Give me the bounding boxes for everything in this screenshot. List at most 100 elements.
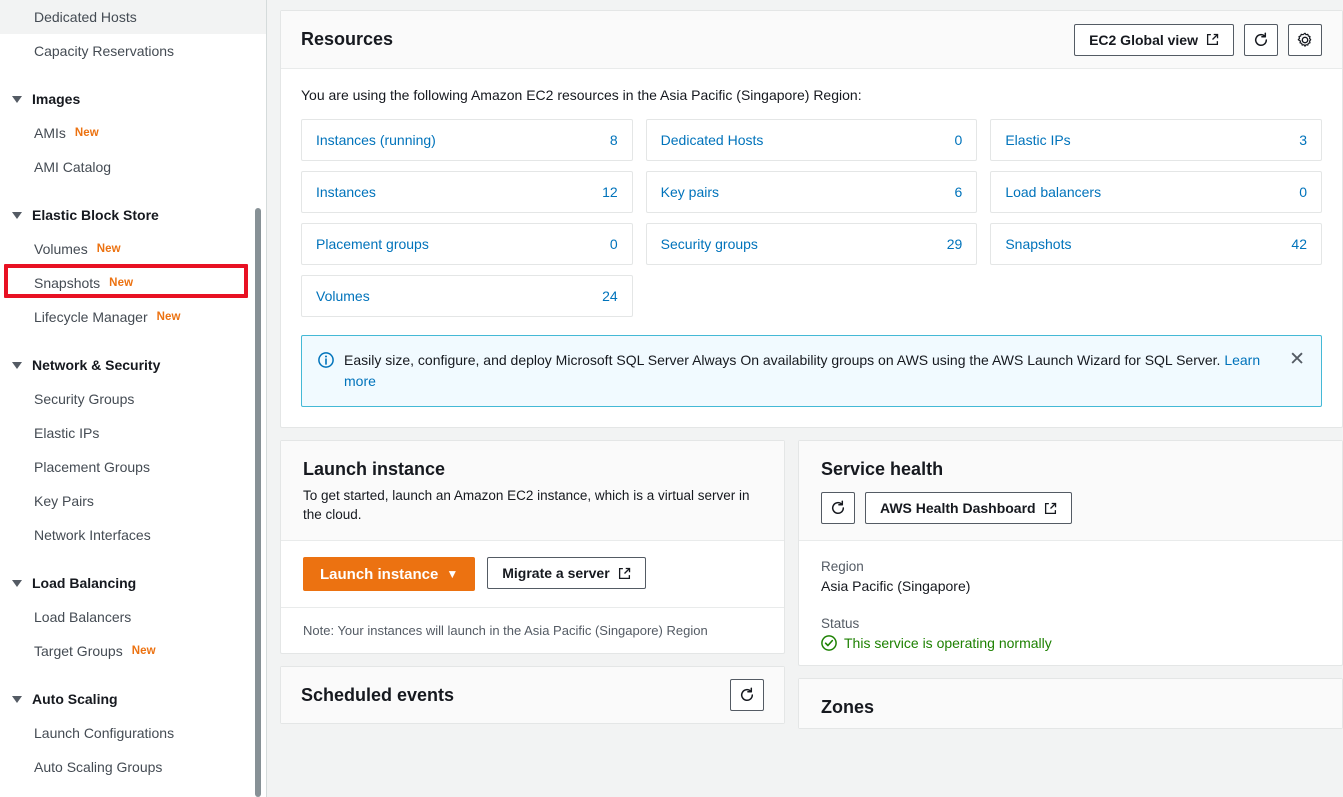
resource-tile-label: Volumes (316, 288, 370, 304)
launch-instance-button[interactable]: Launch instance ▼ (303, 557, 476, 591)
sidebar-group-load-balancing[interactable]: Load Balancing (0, 566, 266, 600)
resource-tile-count: 6 (954, 184, 963, 200)
sidebar-group-network-security[interactable]: Network & Security (0, 348, 266, 382)
migrate-a-server-label: Migrate a server (502, 565, 610, 581)
migrate-a-server-button[interactable]: Migrate a server (487, 557, 646, 589)
resource-tile-placement-groups[interactable]: Placement groups 0 (301, 223, 633, 265)
sidebar-item-label: Dedicated Hosts (34, 9, 137, 25)
resource-tile-elastic-ips[interactable]: Elastic IPs 3 (990, 119, 1322, 161)
service-health-header: Service health AWS Health Dashboard (799, 441, 1342, 541)
sidebar-item-label: Key Pairs (34, 493, 94, 509)
sidebar-item-label: Elastic IPs (34, 425, 100, 441)
resource-tile-security-groups[interactable]: Security groups 29 (645, 223, 978, 265)
service-health-refresh-button[interactable] (821, 492, 855, 524)
banner-message: Easily size, configure, and deploy Micro… (344, 350, 1277, 392)
sidebar-item-volumes[interactable]: Volumes New (0, 232, 266, 266)
sidebar-item-dedicated-hosts[interactable]: Dedicated Hosts (0, 0, 266, 34)
launch-instance-header: Launch instance To get started, launch a… (281, 441, 784, 541)
chevron-down-icon: ▼ (446, 567, 459, 581)
service-health-card: Service health AWS Health Dashboard Regi… (798, 440, 1343, 666)
sidebar-item-security-groups[interactable]: Security Groups (0, 382, 266, 416)
sidebar-item-target-groups[interactable]: Target Groups New (0, 634, 266, 668)
resource-tile-snapshots[interactable]: Snapshots 42 (990, 223, 1322, 265)
zones-header: Zones (799, 679, 1342, 728)
sidebar-item-ami-catalog[interactable]: AMI Catalog (0, 150, 266, 184)
sidebar-scrollbar-track[interactable] (255, 0, 264, 797)
refresh-icon (739, 687, 755, 703)
sidebar-group-label: Load Balancing (32, 575, 137, 591)
resource-tile-count: 8 (609, 132, 618, 148)
resources-header-actions: EC2 Global view (1074, 23, 1322, 56)
sidebar-group-elastic-block-store[interactable]: Elastic Block Store (0, 198, 266, 232)
resource-tile-label: Key pairs (660, 184, 720, 200)
sidebar-item-snapshots[interactable]: Snapshots New (0, 266, 266, 300)
sidebar-item-label: AMI Catalog (34, 159, 112, 175)
banner-message-text: Easily size, configure, and deploy Micro… (344, 352, 1221, 368)
sql-server-info-banner: Easily size, configure, and deploy Micro… (301, 335, 1322, 407)
sidebar-section-gap (0, 552, 266, 566)
sidebar-item-label: Launch Configurations (34, 725, 175, 741)
refresh-icon (830, 500, 846, 516)
right-column: Service health AWS Health Dashboard Regi… (798, 440, 1343, 729)
sidebar-item-label: Snapshots (34, 275, 101, 291)
resource-tile-count: 0 (609, 236, 618, 252)
sidebar-item-elastic-ips[interactable]: Elastic IPs (0, 416, 266, 450)
sidebar-group-images[interactable]: Images (0, 82, 266, 116)
resource-tile-label: Snapshots (1005, 236, 1072, 252)
left-column: Launch instance To get started, launch a… (280, 440, 785, 724)
sidebar-item-placement-groups[interactable]: Placement Groups (0, 450, 266, 484)
service-health-body: Region Asia Pacific (Singapore) Status T… (799, 541, 1342, 665)
sidebar-section-gap (0, 68, 266, 82)
sidebar-item-network-interfaces[interactable]: Network Interfaces (0, 518, 266, 552)
resources-settings-button[interactable] (1288, 23, 1322, 56)
service-health-actions: AWS Health Dashboard (821, 492, 1320, 524)
check-circle-icon (821, 635, 837, 651)
caret-down-icon (12, 579, 22, 587)
zones-card: Zones (798, 678, 1343, 729)
sidebar-item-auto-scaling-groups[interactable]: Auto Scaling Groups (0, 750, 266, 784)
gear-icon (1297, 32, 1313, 48)
sidebar-item-amis[interactable]: AMIs New (0, 116, 266, 150)
scheduled-events-refresh-button[interactable] (730, 679, 764, 711)
sidebar-item-list: Dedicated Hosts Capacity Reservations Imag… (0, 0, 266, 784)
resource-tile-load-balancers[interactable]: Load balancers 0 (990, 171, 1322, 213)
sidebar-item-launch-configurations[interactable]: Launch Configurations (0, 716, 266, 750)
page-title: Resources (301, 29, 394, 49)
sidebar-scrollbar-thumb[interactable] (255, 208, 261, 797)
caret-down-icon (12, 361, 22, 369)
ec2-global-view-button[interactable]: EC2 Global view (1074, 23, 1234, 56)
resource-tile-label: Security groups (660, 236, 758, 252)
sidebar-item-label: Auto Scaling Groups (34, 759, 163, 775)
scheduled-events-header: Scheduled events (281, 667, 784, 723)
sidebar-item-load-balancers[interactable]: Load Balancers (0, 600, 266, 634)
aws-health-dashboard-button[interactable]: AWS Health Dashboard (865, 492, 1072, 524)
banner-close-button[interactable]: ✕ (1287, 350, 1307, 369)
external-link-icon (618, 567, 631, 580)
sidebar-item-lifecycle-manager[interactable]: Lifecycle Manager New (0, 300, 266, 334)
sidebar-item-capacity-reservations[interactable]: Capacity Reservations (0, 34, 266, 68)
launch-instance-title: Launch instance (303, 459, 446, 479)
resource-tile-count: 3 (1299, 132, 1307, 148)
sidebar-item-key-pairs[interactable]: Key Pairs (0, 484, 266, 518)
resource-tile-instances-running-[interactable]: Instances (running) 8 (301, 119, 633, 161)
resources-card: Resources EC2 Global view You are using … (280, 10, 1343, 428)
resource-tile-instances[interactable]: Instances 12 (301, 171, 633, 213)
resource-tile-count: 42 (1291, 236, 1307, 252)
external-link-icon (1044, 502, 1057, 515)
sidebar-section-gap (0, 668, 266, 682)
new-badge: New (109, 277, 134, 289)
status-badge: This service is operating normally (821, 635, 1320, 651)
resource-tile-dedicated-hosts[interactable]: Dedicated Hosts 0 (645, 119, 978, 161)
scheduled-events-title: Scheduled events (301, 684, 455, 705)
service-health-title: Service health (821, 459, 944, 479)
launch-instance-actions: Launch instance ▼ Migrate a server (281, 541, 784, 608)
sidebar-group-auto-scaling[interactable]: Auto Scaling (0, 682, 266, 716)
status-value: This service is operating normally (844, 635, 1052, 651)
sidebar-group-label: Images (32, 91, 81, 107)
resource-tile-volumes[interactable]: Volumes 24 (301, 275, 633, 317)
resources-refresh-button[interactable] (1244, 23, 1278, 56)
zones-title: Zones (821, 697, 875, 717)
external-link-icon (1206, 33, 1219, 46)
sidebar-group-label: Auto Scaling (32, 691, 118, 707)
resource-tile-key-pairs[interactable]: Key pairs 6 (645, 171, 978, 213)
